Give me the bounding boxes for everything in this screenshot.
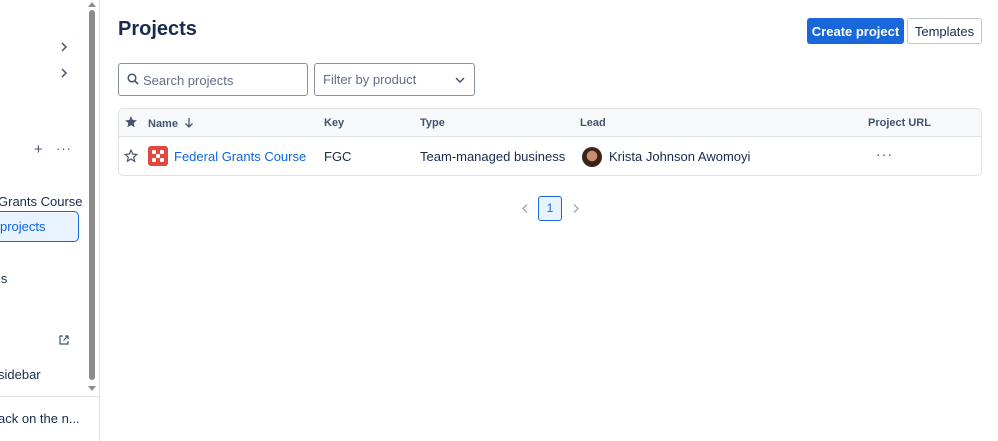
column-header-key[interactable]: Key [324, 117, 344, 129]
chevron-right-icon[interactable] [571, 203, 581, 214]
product-filter-label: Filter by product [323, 72, 417, 87]
templates-button[interactable]: Templates [907, 18, 982, 44]
table-header: Name Key Type Lead Project URL [119, 109, 981, 137]
product-filter-select[interactable]: Filter by product [314, 63, 475, 96]
sidebar-divider [0, 396, 99, 397]
project-key: FGC [324, 149, 352, 164]
sidebar-item-projects[interactable]: projects [0, 211, 79, 242]
chevron-left-icon[interactable] [520, 203, 530, 214]
chevron-right-icon[interactable] [58, 67, 70, 79]
column-header-type[interactable]: Type [420, 117, 445, 129]
more-icon[interactable]: ··· [56, 141, 72, 156]
chevron-right-icon[interactable] [58, 41, 70, 53]
pagination: 1 [516, 196, 586, 221]
star-icon[interactable] [124, 149, 138, 163]
search-input[interactable] [143, 70, 303, 90]
create-project-button[interactable]: Create project [807, 18, 904, 44]
page-button-current[interactable]: 1 [538, 196, 562, 221]
lead-avatar [582, 147, 602, 167]
table-row: Federal Grants Course FGC Team-managed b… [119, 137, 981, 175]
sidebar-scrollbar[interactable] [87, 0, 97, 396]
scroll-up-icon[interactable] [88, 2, 96, 7]
scroll-thumb[interactable] [89, 10, 95, 380]
more-actions-icon[interactable]: ··· [876, 146, 893, 162]
chevron-down-icon [455, 77, 465, 84]
star-filled-icon [125, 116, 137, 128]
column-header-lead[interactable]: Lead [580, 117, 606, 129]
search-icon [127, 73, 139, 85]
column-header-project-url: Project URL [868, 117, 931, 129]
feedback-link[interactable]: ack on the n... [0, 411, 80, 426]
project-type: Team-managed business [420, 149, 566, 164]
sidebar-item-ls[interactable]: ls [0, 271, 7, 286]
project-name-link[interactable]: Federal Grants Course [174, 149, 306, 164]
search-field[interactable] [118, 63, 308, 96]
projects-table: Name Key Type Lead Project URL Federal G… [118, 108, 982, 176]
sidebar-item-label: projects [0, 219, 46, 234]
sidebar-item-sidebar[interactable]: sidebar [0, 367, 41, 382]
page-title: Projects [118, 18, 197, 40]
column-header-name[interactable]: Name [148, 117, 194, 130]
external-link-icon[interactable] [58, 333, 70, 345]
arrow-down-icon [185, 118, 193, 128]
scroll-down-icon[interactable] [88, 386, 96, 391]
project-lead[interactable]: Krista Johnson Awomoyi [609, 149, 750, 164]
sidebar: + ··· Grants Course projects ls sidebar … [0, 0, 100, 441]
add-icon[interactable]: + [34, 141, 43, 158]
sidebar-item-grants-course[interactable]: Grants Course [0, 194, 83, 209]
project-avatar-icon [148, 146, 168, 166]
